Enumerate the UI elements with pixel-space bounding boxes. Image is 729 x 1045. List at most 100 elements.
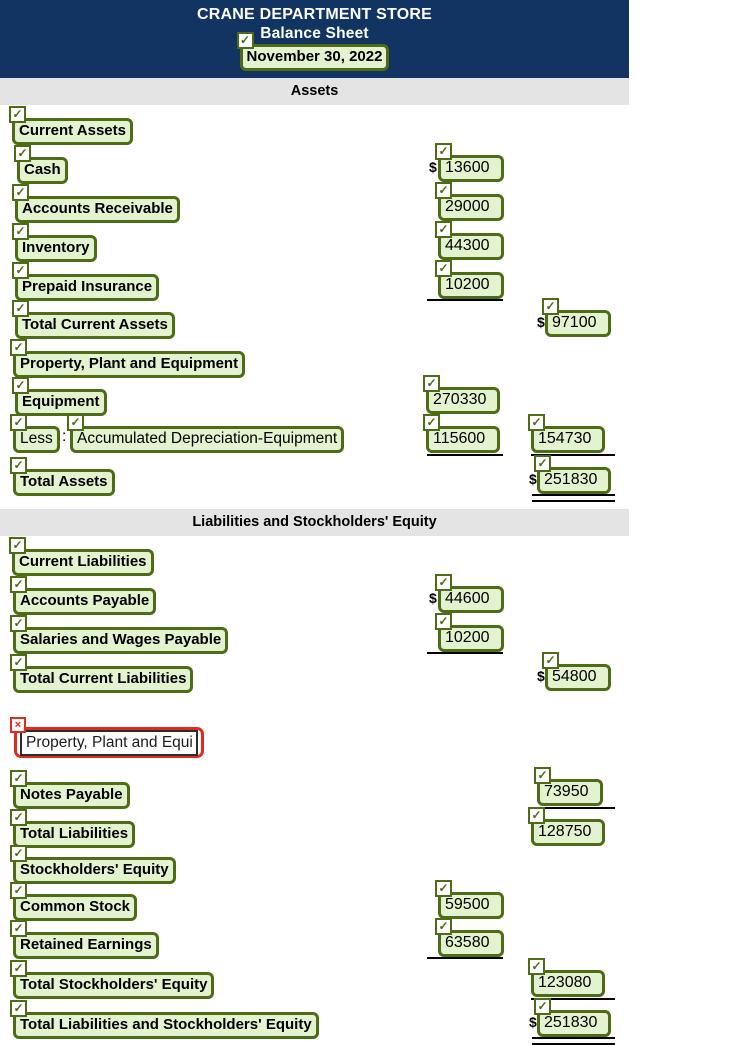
stockholders-equity-header-field[interactable]: ✓ Stockholders' Equity [10, 845, 176, 884]
current-liabilities-label: Current Liabilities [19, 553, 147, 570]
cash-value-field[interactable]: ✓ 13600 [435, 143, 504, 182]
total-liabilities-equity-value: 251830 [544, 1014, 598, 1031]
equipment-value-field[interactable]: ✓ 270330 [423, 375, 500, 414]
total-current-assets-value: 97100 [552, 314, 597, 331]
accumulated-depreciation-value-field[interactable]: ✓ 115600 [423, 414, 500, 453]
check-icon: ✓ [10, 920, 27, 937]
ppe-label: Property, Plant and Equipment [20, 355, 239, 372]
assets-section-title: Assets [0, 78, 629, 105]
total-stockholders-equity-value-field[interactable]: ✓ 123080 [528, 958, 605, 997]
accounts-receivable-value-field[interactable]: ✓ 29000 [435, 182, 504, 221]
check-icon: ✓ [423, 375, 440, 392]
check-icon: ✓ [435, 182, 452, 199]
total-liabilities-label-field[interactable]: ✓ Total Liabilities [10, 809, 136, 848]
check-icon: ✓ [542, 652, 559, 669]
check-icon: ✓ [534, 767, 551, 784]
check-icon: ✓ [435, 613, 452, 630]
check-icon: ✓ [10, 414, 27, 431]
total-current-liabilities-value-field[interactable]: ✓ 54800 [542, 652, 611, 691]
common-stock-label-field[interactable]: ✓ Common Stock [10, 882, 138, 921]
prepaid-insurance-label-field[interactable]: ✓ Prepaid Insurance [12, 262, 160, 301]
retained-earnings-value-field[interactable]: ✓ 63580 [435, 918, 504, 957]
accounts-payable-value: 44600 [445, 590, 490, 607]
total-current-liabilities-value: 54800 [552, 668, 597, 685]
common-stock-value-field[interactable]: ✓ 59500 [435, 880, 504, 919]
total-liabilities-value: 128750 [538, 823, 592, 840]
check-icon: ✓ [10, 960, 27, 977]
total-current-assets-label-field[interactable]: ✓ Total Current Assets [12, 300, 175, 339]
stockholders-equity-label: Stockholders' Equity [20, 861, 169, 878]
check-icon: ✓ [67, 414, 84, 431]
total-liabilities-equity-label-field[interactable]: ✓ Total Liabilities and Stockholders' Eq… [10, 1000, 319, 1039]
prepaid-insurance-value-field[interactable]: ✓ 10200 [435, 260, 504, 299]
check-icon: ✓ [435, 260, 452, 277]
total-stockholders-equity-label-field[interactable]: ✓ Total Stockholders' Equity [10, 960, 215, 999]
check-icon: ✓ [9, 537, 26, 554]
accumulated-depreciation-label-field[interactable]: ✓ Accumulated Depreciation-Equipment [67, 414, 345, 453]
incorrect-answer-value[interactable]: Property, Plant and Equi [20, 730, 198, 756]
salaries-wages-payable-label-field[interactable]: ✓ Salaries and Wages Payable [10, 615, 229, 654]
check-icon: ✓ [236, 32, 254, 49]
balance-sheet-header: CRANE DEPARTMENT STORE Balance Sheet ✓ N… [0, 0, 629, 78]
retained-earnings-label-field[interactable]: ✓ Retained Earnings [10, 920, 159, 959]
inventory-value-field[interactable]: ✓ 44300 [435, 221, 504, 260]
prepaid-insurance-value: 10200 [445, 276, 490, 293]
current-assets-label: Current Assets [19, 122, 126, 139]
check-icon: ✓ [14, 145, 31, 162]
check-icon: ✓ [435, 143, 452, 160]
salaries-wages-payable-value-field[interactable]: ✓ 10200 [435, 613, 504, 652]
ppe-net-value-field[interactable]: ✓ 154730 [528, 414, 605, 453]
check-icon: ✓ [12, 223, 29, 240]
ppe-header-field[interactable]: ✓ Property, Plant and Equipment [10, 339, 246, 378]
total-current-assets-label: Total Current Assets [22, 316, 168, 333]
total-current-liabilities-label-field[interactable]: ✓ Total Current Liabilities [10, 654, 194, 693]
check-icon: ✓ [435, 221, 452, 238]
company-name: CRANE DEPARTMENT STORE [197, 6, 432, 23]
total-assets-value-field[interactable]: ✓ 251830 [534, 455, 611, 494]
dollar-sign: $ [537, 314, 545, 330]
close-icon: × [10, 717, 26, 733]
common-stock-label: Common Stock [20, 898, 131, 915]
total-current-assets-value-field[interactable]: ✓ 97100 [542, 298, 611, 337]
cash-label-field[interactable]: ✓ Cash [14, 145, 68, 184]
dollar-sign: $ [429, 159, 437, 175]
salaries-wages-payable-label: Salaries and Wages Payable [20, 631, 222, 648]
check-icon: ✓ [528, 414, 545, 431]
total-liabilities-value-field[interactable]: ✓ 128750 [528, 807, 605, 846]
check-icon: ✓ [435, 918, 452, 935]
total-liabilities-label: Total Liabilities [20, 825, 129, 842]
total-assets-value: 251830 [544, 471, 598, 488]
less-label-field[interactable]: ✓ Less [10, 414, 60, 453]
accounts-payable-label-field[interactable]: ✓ Accounts Payable [10, 576, 157, 615]
retained-earnings-value: 63580 [445, 934, 490, 951]
current-liabilities-header-field[interactable]: ✓ Current Liabilities [9, 537, 154, 576]
less-label: Less [20, 430, 53, 447]
check-icon: ✓ [534, 998, 551, 1015]
notes-payable-label-field[interactable]: ✓ Notes Payable [10, 770, 130, 809]
liabilities-section-title: Liabilities and Stockholders' Equity [0, 509, 629, 536]
accounts-receivable-value: 29000 [445, 198, 490, 215]
incorrect-answer-field[interactable]: × Property, Plant and Equi [10, 717, 204, 758]
inventory-label-field[interactable]: ✓ Inventory [12, 223, 97, 262]
accounts-payable-label: Accounts Payable [20, 592, 150, 609]
total-double-rule [532, 1037, 615, 1045]
check-icon: ✓ [12, 184, 29, 201]
common-stock-value: 59500 [445, 896, 490, 913]
check-icon: ✓ [435, 880, 452, 897]
total-liabilities-equity-label: Total Liabilities and Stockholders' Equi… [20, 1016, 312, 1033]
accounts-receivable-label-field[interactable]: ✓ Accounts Receivable [12, 184, 180, 223]
check-icon: ✓ [10, 457, 27, 474]
retained-earnings-label: Retained Earnings [20, 936, 152, 953]
statement-date-field[interactable]: ✓ November 30, 2022 [236, 32, 390, 71]
accounts-payable-value-field[interactable]: ✓ 44600 [435, 574, 504, 613]
equipment-label-field[interactable]: ✓ Equipment [12, 377, 107, 416]
total-assets-label-field[interactable]: ✓ Total Assets [10, 457, 115, 496]
check-icon: ✓ [10, 809, 27, 826]
current-assets-header-field[interactable]: ✓ Current Assets [9, 106, 133, 145]
notes-payable-value: 73950 [544, 783, 589, 800]
notes-payable-value-field[interactable]: ✓ 73950 [534, 767, 603, 806]
statement-title: Balance Sheet [260, 25, 369, 42]
total-double-rule [532, 494, 615, 502]
check-icon: ✓ [542, 298, 559, 315]
check-icon: ✓ [10, 654, 27, 671]
